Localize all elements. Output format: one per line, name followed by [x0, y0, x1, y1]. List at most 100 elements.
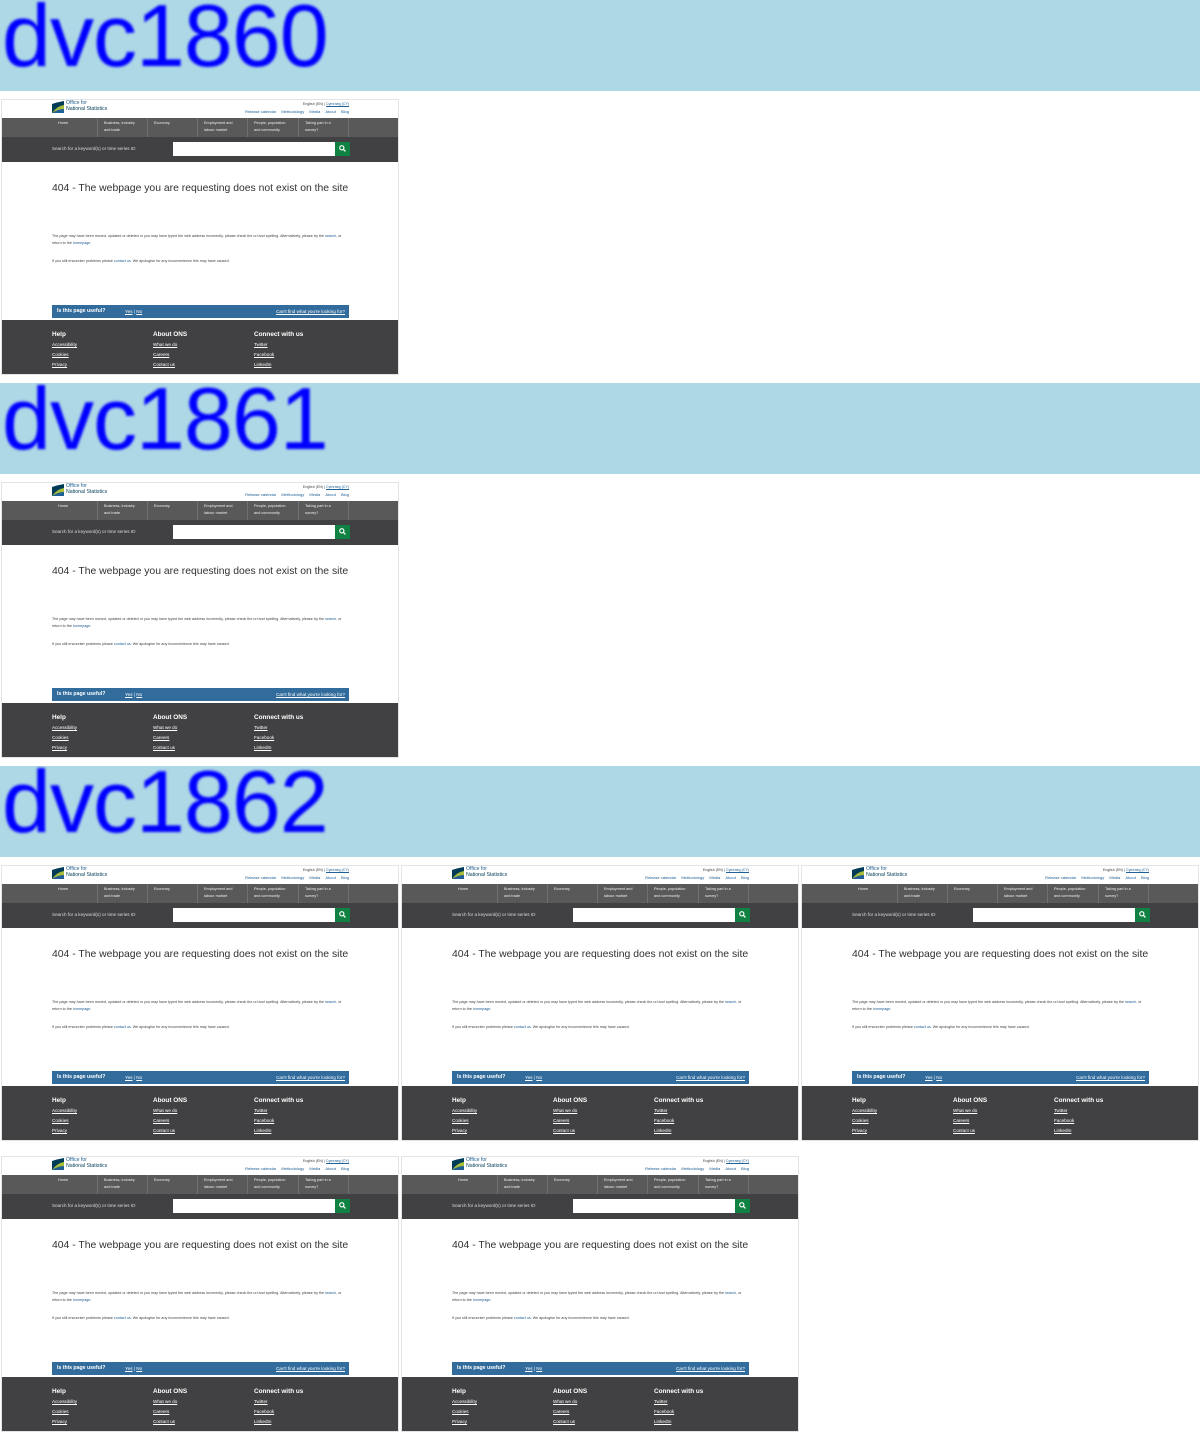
feedback-yes-link[interactable]: Yes: [125, 692, 133, 697]
about-link[interactable]: About: [325, 875, 335, 880]
nav-item-home[interactable]: Home: [52, 118, 98, 137]
methodology-link[interactable]: Methodology: [281, 875, 304, 880]
nav-item-home[interactable]: Home: [52, 884, 98, 903]
about-link[interactable]: About: [725, 875, 735, 880]
nav-item-people[interactable]: People, population and community: [248, 118, 299, 137]
careers-link[interactable]: Careers: [153, 1409, 187, 1419]
about-link[interactable]: About: [325, 492, 335, 497]
media-link[interactable]: Media: [1109, 875, 1120, 880]
search-link[interactable]: search: [725, 1291, 736, 1295]
methodology-link[interactable]: Methodology: [281, 492, 304, 497]
nav-item-people[interactable]: People, population and community: [1048, 884, 1099, 903]
cookies-link[interactable]: Cookies: [452, 1409, 477, 1419]
contact-us-link[interactable]: contact us: [514, 1316, 531, 1320]
feedback-no-link[interactable]: No: [136, 309, 142, 314]
privacy-link[interactable]: Privacy: [52, 1419, 77, 1429]
search-link[interactable]: search: [325, 234, 336, 238]
facebook-link[interactable]: Facebook: [1054, 1118, 1103, 1128]
about-link[interactable]: About: [325, 109, 335, 114]
contact-link[interactable]: Contact us: [153, 1128, 187, 1138]
media-link[interactable]: Media: [309, 109, 320, 114]
media-link[interactable]: Media: [709, 875, 720, 880]
nav-item-economy[interactable]: Economy: [148, 501, 198, 520]
language-welsh-link[interactable]: Cymraeg (CY): [326, 102, 349, 106]
privacy-link[interactable]: Privacy: [452, 1128, 477, 1138]
search-input[interactable]: [973, 908, 1135, 922]
search-button[interactable]: [735, 1199, 750, 1213]
linkedin-link[interactable]: LinkedIn: [254, 1128, 303, 1138]
nav-item-people[interactable]: People, population and community: [248, 1175, 299, 1194]
what-we-do-link[interactable]: What we do: [153, 725, 187, 735]
nav-item-home[interactable]: Home: [452, 1175, 498, 1194]
search-button[interactable]: [335, 908, 350, 922]
about-link[interactable]: About: [725, 1166, 735, 1171]
what-we-do-link[interactable]: What we do: [553, 1108, 587, 1118]
search-link[interactable]: search: [1125, 1000, 1136, 1004]
release-calendar-link[interactable]: Release calendar: [245, 109, 276, 114]
accessibility-link[interactable]: Accessibility: [452, 1399, 477, 1409]
homepage-link[interactable]: homepage: [473, 1298, 490, 1302]
nav-item-economy[interactable]: Economy: [148, 1175, 198, 1194]
what-we-do-link[interactable]: What we do: [153, 1108, 187, 1118]
feedback-yes-link[interactable]: Yes: [525, 1366, 533, 1371]
contact-link[interactable]: Contact us: [553, 1419, 587, 1429]
what-we-do-link[interactable]: What we do: [153, 1399, 187, 1409]
privacy-link[interactable]: Privacy: [852, 1128, 877, 1138]
accessibility-link[interactable]: Accessibility: [52, 342, 77, 352]
release-calendar-link[interactable]: Release calendar: [645, 1166, 676, 1171]
contact-us-link[interactable]: contact us: [114, 1025, 131, 1029]
feedback-yes-link[interactable]: Yes: [125, 1075, 133, 1080]
facebook-link[interactable]: Facebook: [254, 1409, 303, 1419]
what-we-do-link[interactable]: What we do: [153, 342, 187, 352]
contact-link[interactable]: Contact us: [553, 1128, 587, 1138]
cant-find-link[interactable]: Can't find what you're looking for?: [1076, 1075, 1145, 1080]
about-link[interactable]: About: [1125, 875, 1135, 880]
nav-item-home[interactable]: Home: [452, 884, 498, 903]
cant-find-link[interactable]: Can't find what you're looking for?: [276, 309, 345, 314]
cant-find-link[interactable]: Can't find what you're looking for?: [676, 1366, 745, 1371]
search-link[interactable]: search: [325, 1000, 336, 1004]
feedback-yes-link[interactable]: Yes: [125, 1366, 133, 1371]
media-link[interactable]: Media: [309, 875, 320, 880]
feedback-yes-link[interactable]: Yes: [525, 1075, 533, 1080]
facebook-link[interactable]: Facebook: [254, 735, 303, 745]
contact-us-link[interactable]: contact us: [114, 1316, 131, 1320]
nav-item-business[interactable]: Business, industry and trade: [898, 884, 948, 903]
contact-us-link[interactable]: contact us: [114, 259, 131, 263]
linkedin-link[interactable]: LinkedIn: [254, 1419, 303, 1429]
feedback-no-link[interactable]: No: [936, 1075, 942, 1080]
careers-link[interactable]: Careers: [953, 1118, 987, 1128]
ons-logo[interactable]: Office for National Statistics: [452, 1157, 516, 1172]
privacy-link[interactable]: Privacy: [52, 745, 77, 755]
careers-link[interactable]: Careers: [553, 1409, 587, 1419]
ons-logo[interactable]: Office for National Statistics: [452, 866, 516, 881]
nav-item-employment[interactable]: Employment and labour market: [198, 884, 248, 903]
nav-item-survey[interactable]: Taking part in a survey?: [299, 884, 349, 903]
language-welsh-link[interactable]: Cymraeg (CY): [726, 868, 749, 872]
language-welsh-link[interactable]: Cymraeg (CY): [1126, 868, 1149, 872]
language-welsh-link[interactable]: Cymraeg (CY): [726, 1159, 749, 1163]
search-button[interactable]: [335, 1199, 350, 1213]
privacy-link[interactable]: Privacy: [452, 1419, 477, 1429]
ons-logo[interactable]: Office for National Statistics: [852, 866, 916, 881]
search-button[interactable]: [1135, 908, 1150, 922]
nav-item-survey[interactable]: Taking part in a survey?: [299, 118, 349, 137]
search-button[interactable]: [335, 142, 350, 156]
cookies-link[interactable]: Cookies: [52, 1409, 77, 1419]
accessibility-link[interactable]: Accessibility: [852, 1108, 877, 1118]
nav-item-home[interactable]: Home: [852, 884, 898, 903]
accessibility-link[interactable]: Accessibility: [52, 1399, 77, 1409]
media-link[interactable]: Media: [709, 1166, 720, 1171]
ons-logo[interactable]: Office for National Statistics: [52, 100, 116, 115]
release-calendar-link[interactable]: Release calendar: [245, 1166, 276, 1171]
nav-item-survey[interactable]: Taking part in a survey?: [299, 501, 349, 520]
methodology-link[interactable]: Methodology: [681, 875, 704, 880]
cant-find-link[interactable]: Can't find what you're looking for?: [276, 1366, 345, 1371]
careers-link[interactable]: Careers: [153, 1118, 187, 1128]
linkedin-link[interactable]: LinkedIn: [654, 1419, 703, 1429]
feedback-no-link[interactable]: No: [536, 1366, 542, 1371]
twitter-link[interactable]: Twitter: [254, 1108, 303, 1118]
search-link[interactable]: search: [325, 1291, 336, 1295]
nav-item-employment[interactable]: Employment and labour market: [598, 1175, 648, 1194]
methodology-link[interactable]: Methodology: [281, 1166, 304, 1171]
